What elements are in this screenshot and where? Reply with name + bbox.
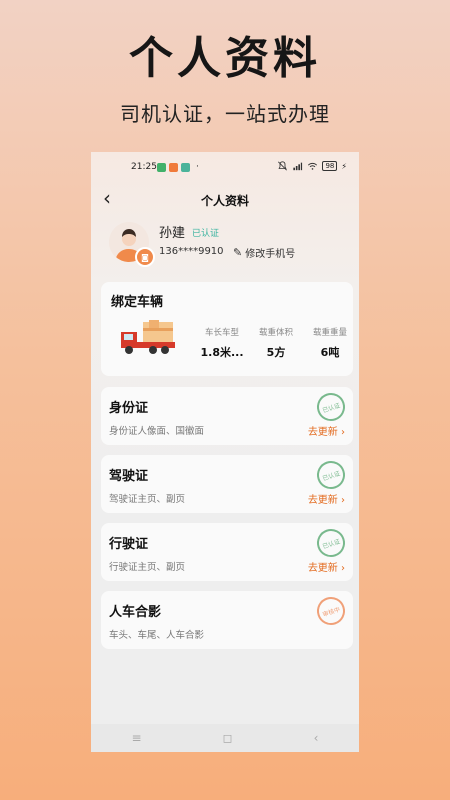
update-link[interactable]: 去更新 › bbox=[308, 423, 345, 438]
nav-bar: ‹ 个人资料 bbox=[91, 186, 359, 210]
reviewing-stamp-icon: 审核中 bbox=[313, 593, 349, 629]
spec-value: 1.8米... bbox=[200, 346, 244, 359]
driver-license-card[interactable]: 驾驶证 驾驶证主页、副页 去更新 › 已认证 bbox=[101, 455, 353, 513]
edit-icon: ✎ bbox=[233, 246, 243, 259]
edit-phone-button[interactable]: ✎ 修改手机号 bbox=[233, 245, 295, 260]
back-icon[interactable]: ‹ bbox=[314, 731, 319, 745]
vehicle-card-title: 绑定车辆 bbox=[111, 295, 164, 310]
profile-section: ◙ 孙建 已认证 136****9910 ✎ 修改手机号 bbox=[105, 220, 349, 268]
more-dot-icon: · bbox=[196, 162, 199, 172]
wifi-icon bbox=[308, 162, 318, 170]
spec-label: 载重重量 bbox=[312, 328, 347, 338]
status-bar: 21:25 · 98 ⚡ bbox=[91, 152, 359, 182]
verified-stamp-icon: 已认证 bbox=[313, 525, 349, 561]
vehicle-spec: 车长车型 1.8米... bbox=[195, 326, 249, 360]
home-icon[interactable]: ◻ bbox=[223, 731, 233, 745]
card-title: 行驶证 bbox=[109, 537, 149, 552]
person-vehicle-photo-card[interactable]: 人车合影 车头、车尾、人车合影 审核中 bbox=[101, 591, 353, 649]
card-title: 身份证 bbox=[109, 401, 149, 416]
card-desc: 驾驶证主页、副页 bbox=[109, 494, 186, 505]
spec-label: 载重体积 bbox=[258, 328, 293, 338]
camera-icon[interactable]: ◙ bbox=[135, 247, 155, 267]
battery-icon: 98 bbox=[322, 161, 338, 171]
charging-icon: ⚡ bbox=[341, 161, 347, 171]
app-notification-icon bbox=[157, 162, 166, 172]
status-notification-icons: · bbox=[157, 162, 199, 172]
phone-number: 136****9910 bbox=[159, 246, 224, 257]
card-title: 人车合影 bbox=[109, 605, 162, 620]
truck-icon bbox=[121, 320, 175, 354]
card-desc: 车头、车尾、人车合影 bbox=[109, 630, 205, 641]
system-nav-bar: ≡ ◻ ‹ bbox=[91, 724, 359, 752]
user-name: 孙建 bbox=[159, 226, 186, 241]
promo-title: 个人资料 bbox=[129, 33, 321, 84]
edit-phone-label: 修改手机号 bbox=[245, 249, 296, 260]
app-notification-icon bbox=[181, 162, 190, 172]
page-title: 个人资料 bbox=[200, 194, 249, 208]
verified-badge: 已认证 bbox=[192, 229, 220, 239]
status-right: 98 ⚡ bbox=[277, 161, 347, 171]
card-desc: 身份证人像面、国徽面 bbox=[109, 426, 205, 437]
verified-stamp-icon: 已认证 bbox=[313, 389, 349, 425]
phone-screen: 21:25 · 98 ⚡ ‹ 个人资料 ◙ 孙建 已认证 136****9910… bbox=[91, 152, 359, 752]
spec-value: 5方 bbox=[266, 346, 286, 359]
menu-icon[interactable]: ≡ bbox=[132, 731, 142, 745]
verified-stamp-icon: 已认证 bbox=[313, 457, 349, 493]
card-title: 驾驶证 bbox=[109, 469, 149, 484]
update-link[interactable]: 去更新 › bbox=[308, 491, 345, 506]
promo-subtitle: 司机认证，一站式办理 bbox=[120, 102, 330, 126]
card-desc: 行驶证主页、副页 bbox=[109, 562, 186, 573]
id-card-card[interactable]: 身份证 身份证人像面、国徽面 去更新 › 已认证 bbox=[101, 387, 353, 445]
spec-value: 6吨 bbox=[320, 346, 340, 359]
bind-vehicle-card[interactable]: 绑定车辆 车长车型 1.8米... 载重体积 5方 载重重量 6吨 bbox=[101, 282, 353, 376]
status-time: 21:25 bbox=[131, 162, 157, 172]
mute-icon bbox=[278, 161, 288, 171]
update-link[interactable]: 去更新 › bbox=[308, 559, 345, 574]
spec-label: 车长车型 bbox=[204, 328, 239, 338]
signal-icon bbox=[293, 162, 303, 171]
vehicle-license-card[interactable]: 行驶证 行驶证主页、副页 去更新 › 已认证 bbox=[101, 523, 353, 581]
vehicle-spec: 载重重量 6吨 bbox=[303, 326, 357, 360]
vehicle-spec: 载重体积 5方 bbox=[249, 326, 303, 360]
app-notification-icon bbox=[169, 162, 178, 172]
